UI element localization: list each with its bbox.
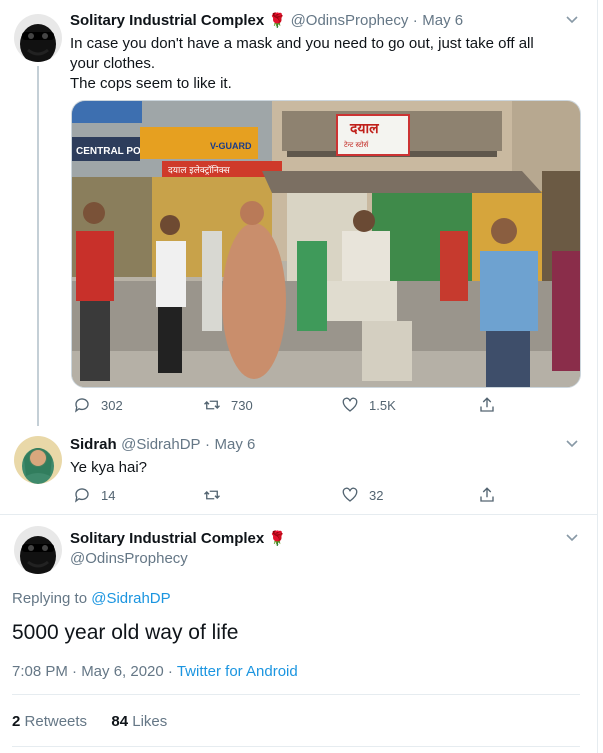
- tweet2-reply-count: 14: [101, 487, 116, 503]
- retweets-stat[interactable]: 2 Retweets: [12, 713, 91, 730]
- tweet2-more-chevron-icon[interactable]: [565, 436, 579, 453]
- tweet1-header: Solitary Industrial Complex 🌹 @OdinsProp…: [70, 12, 463, 30]
- tweet2-share-button[interactable]: [478, 486, 496, 504]
- replying-handle-link[interactable]: @SidrahDP: [91, 590, 170, 607]
- tweet2-sep: ·: [205, 436, 211, 453]
- rose-emoji: 🌹: [268, 530, 287, 546]
- main-text: 5000 year old way of life: [12, 621, 239, 644]
- thread-line: [37, 66, 39, 426]
- sign-store: दयाल इलेक्ट्रॉनिक्स: [168, 164, 231, 176]
- tweet1-reply-count: 302: [101, 397, 123, 413]
- retweet-icon: [204, 490, 220, 500]
- tweet1-retweet-count: 730: [231, 397, 253, 413]
- main-handle[interactable]: @OdinsProphecy: [70, 550, 188, 567]
- sign-central: CENTRAL POIN: [76, 146, 151, 157]
- retweet-icon: [204, 400, 220, 410]
- heart-icon: [342, 487, 358, 502]
- tweet1-handle[interactable]: @OdinsProphecy: [291, 12, 409, 29]
- reply-icon: [74, 398, 89, 413]
- divider: [12, 746, 580, 747]
- share-icon: [480, 487, 494, 502]
- main-author[interactable]: Solitary Industrial Complex 🌹: [70, 530, 286, 548]
- main-author-name[interactable]: Solitary Industrial Complex: [70, 530, 264, 547]
- avatar-main-odinsprophecy[interactable]: [14, 526, 62, 574]
- replying-prefix: Replying to: [12, 590, 88, 607]
- main-meta-sep: ·: [167, 663, 173, 680]
- tweet1-date[interactable]: May 6: [422, 12, 463, 29]
- main-meta: 7:08 PM · May 6, 2020 · Twitter for Andr…: [12, 663, 298, 680]
- tweet1-retweet-button[interactable]: 730: [203, 396, 253, 414]
- tweet1-share-button[interactable]: [478, 396, 496, 414]
- tweet1-text-line2: your clothes.: [70, 55, 156, 72]
- tweet2-text: Ye kya hai?: [70, 459, 148, 476]
- column-border: [597, 0, 598, 753]
- avatar-odinsprophecy[interactable]: [14, 14, 62, 62]
- tweet1-reply-button[interactable]: 302: [73, 396, 123, 414]
- main-more-chevron-icon[interactable]: [565, 530, 579, 547]
- likes-label: Likes: [132, 713, 168, 730]
- avatar-sidrah[interactable]: [14, 436, 62, 484]
- retweets-label: Retweets: [24, 713, 88, 730]
- heart-icon: [342, 397, 358, 412]
- tweet1-like-button[interactable]: 1.5K: [341, 396, 396, 414]
- tweet1-like-count: 1.5K: [369, 397, 396, 413]
- divider: [12, 694, 580, 695]
- tweet2-date[interactable]: May 6: [214, 436, 255, 453]
- tweet2-reply-button[interactable]: 14: [73, 486, 115, 504]
- main-engagement: 2 Retweets 84 Likes: [12, 713, 167, 730]
- likes-stat[interactable]: 84 Likes: [111, 713, 167, 730]
- tweet1-text-line3: The cops seem to like it.: [70, 75, 232, 92]
- retweets-count: 2: [12, 713, 21, 730]
- share-icon: [480, 397, 494, 412]
- tweet1-author-name[interactable]: Solitary Industrial Complex: [70, 12, 264, 29]
- tweet2-handle[interactable]: @SidrahDP: [121, 436, 200, 453]
- tweet2-like-button[interactable]: 32: [341, 486, 383, 504]
- replying-to: Replying to @SidrahDP: [12, 590, 171, 607]
- likes-count: 84: [111, 713, 129, 730]
- main-timestamp[interactable]: 7:08 PM · May 6, 2020: [12, 663, 164, 680]
- divider: [0, 514, 597, 515]
- main-client-link[interactable]: Twitter for Android: [177, 663, 298, 680]
- tweet1-text-line1: In case you don't have a mask and you ne…: [70, 35, 534, 52]
- tweet2-like-count: 32: [369, 487, 384, 503]
- tweet1-more-chevron-icon[interactable]: [565, 12, 579, 29]
- rose-emoji: 🌹: [268, 12, 287, 28]
- tweet2-retweet-button[interactable]: [203, 486, 231, 504]
- tweet2-author-name[interactable]: Sidrah: [70, 436, 117, 453]
- tweet1-photo[interactable]: CENTRAL POIN V-GUARD दयाल टेन्ट स्टोर्स …: [71, 100, 581, 388]
- sign-shop: दयाल: [349, 121, 379, 137]
- reply-icon: [74, 488, 89, 503]
- tweet1-text: In case you don't have a mask and you ne…: [70, 34, 534, 94]
- tweet1-sep: ·: [412, 12, 418, 29]
- sign-vguard: V-GUARD: [210, 141, 252, 151]
- tweet2-header: Sidrah @SidrahDP · May 6: [70, 436, 255, 454]
- sign-shop-sub: टेन्ट स्टोर्स: [344, 140, 369, 149]
